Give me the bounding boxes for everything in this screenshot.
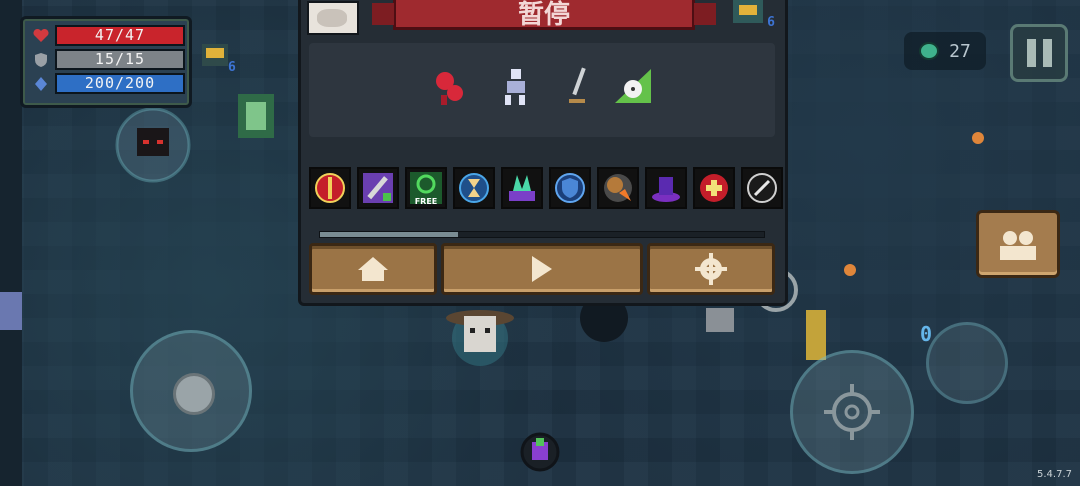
rock-pile [706, 308, 734, 332]
skill-slot[interactable] [309, 167, 351, 209]
skill-slot[interactable] [501, 167, 543, 209]
play-icon [532, 256, 552, 282]
pause-title: 暂停 [517, 0, 570, 30]
home-button[interactable] [309, 243, 437, 295]
skill-slot[interactable] [645, 167, 687, 209]
flower-orange [844, 132, 984, 276]
settings-button[interactable] [647, 243, 775, 295]
fire-cannon-icon [604, 174, 632, 202]
clock-buff-icon [615, 69, 651, 103]
move-joystick[interactable] [130, 330, 252, 452]
enemy-count: 6 [228, 60, 236, 75]
hp-bar: 47/47 [55, 25, 185, 46]
skill-slot[interactable] [549, 167, 591, 209]
pause-icon [1026, 39, 1036, 67]
energy-bar: 200/200 [55, 73, 185, 94]
shield-icon [35, 52, 47, 67]
red-heart-plus-icon [700, 174, 728, 202]
crosshair-icon [824, 384, 880, 440]
armor-bar: 15/15 [55, 49, 185, 70]
hourglass-icon [459, 173, 489, 203]
red-sword-icon [315, 173, 345, 203]
skill-scroll-bar[interactable] [319, 231, 765, 238]
wall-edge [0, 0, 22, 486]
skill-button[interactable] [926, 322, 1008, 404]
skill-charge-count: 0 [920, 322, 933, 346]
joystick-knob[interactable] [173, 373, 215, 415]
player-stats-panel: 47/47 15/15 200/200 [20, 16, 192, 108]
skill-slot[interactable] [357, 167, 399, 209]
free-label: FREE [414, 197, 438, 206]
purple-arrows-sword-icon [363, 173, 393, 203]
portrait-face-icon [317, 9, 347, 27]
green-plant-creature [238, 94, 274, 138]
resume-button[interactable] [441, 243, 643, 295]
pause-title-banner: 暂停 [372, 0, 716, 30]
feather-icon [747, 173, 777, 203]
heart-icon [33, 28, 49, 42]
energy-row: 200/200 [33, 73, 185, 94]
skill-slot[interactable] [597, 167, 639, 209]
gem-count: 27 [949, 40, 971, 62]
version-label: 5.4.7.7 [1037, 469, 1072, 480]
attack-button[interactable] [790, 350, 914, 474]
golden-plant [806, 310, 826, 360]
skill-pickup-orb [520, 432, 560, 472]
hp-value: 47/47 [94, 26, 146, 44]
hp-row: 47/47 [33, 25, 185, 46]
skill-slot[interactable] [693, 167, 735, 209]
skill-slot[interactable]: FREE [405, 167, 447, 209]
skill-scroll-thumb[interactable] [320, 232, 458, 237]
energy-diamond-icon [35, 76, 47, 91]
small-totem-enemy [202, 44, 228, 66]
enemy-dark-creature [115, 107, 191, 183]
gem-counter: 27 [904, 32, 986, 70]
purple-portal-icon [652, 177, 680, 202]
gear-icon [695, 253, 727, 285]
team-button[interactable] [976, 210, 1060, 278]
pause-menu: 暂停 6 FREE [298, 0, 788, 306]
home-icon [358, 257, 388, 281]
skill-list: FREE [309, 167, 783, 209]
buff-area [309, 43, 775, 137]
armor-row: 15/15 [33, 49, 185, 70]
team-icon [1000, 231, 1036, 260]
boss-count: 6 [767, 15, 775, 30]
blue-shield-icon [555, 173, 585, 203]
pause-button[interactable] [1010, 24, 1068, 82]
sword-buff-icon [569, 67, 586, 103]
pause-icon-bar [1042, 39, 1052, 67]
magic-book-icon [509, 175, 535, 201]
player-character [446, 310, 514, 366]
skill-slot[interactable] [741, 167, 783, 209]
red-serpent-buff-icon [436, 72, 463, 105]
skill-slot[interactable] [453, 167, 495, 209]
energy-value: 200/200 [84, 74, 156, 92]
skeleton-buff-icon [505, 69, 525, 105]
armor-value: 15/15 [94, 50, 146, 68]
gem-icon [919, 42, 940, 60]
character-portrait [307, 1, 359, 35]
